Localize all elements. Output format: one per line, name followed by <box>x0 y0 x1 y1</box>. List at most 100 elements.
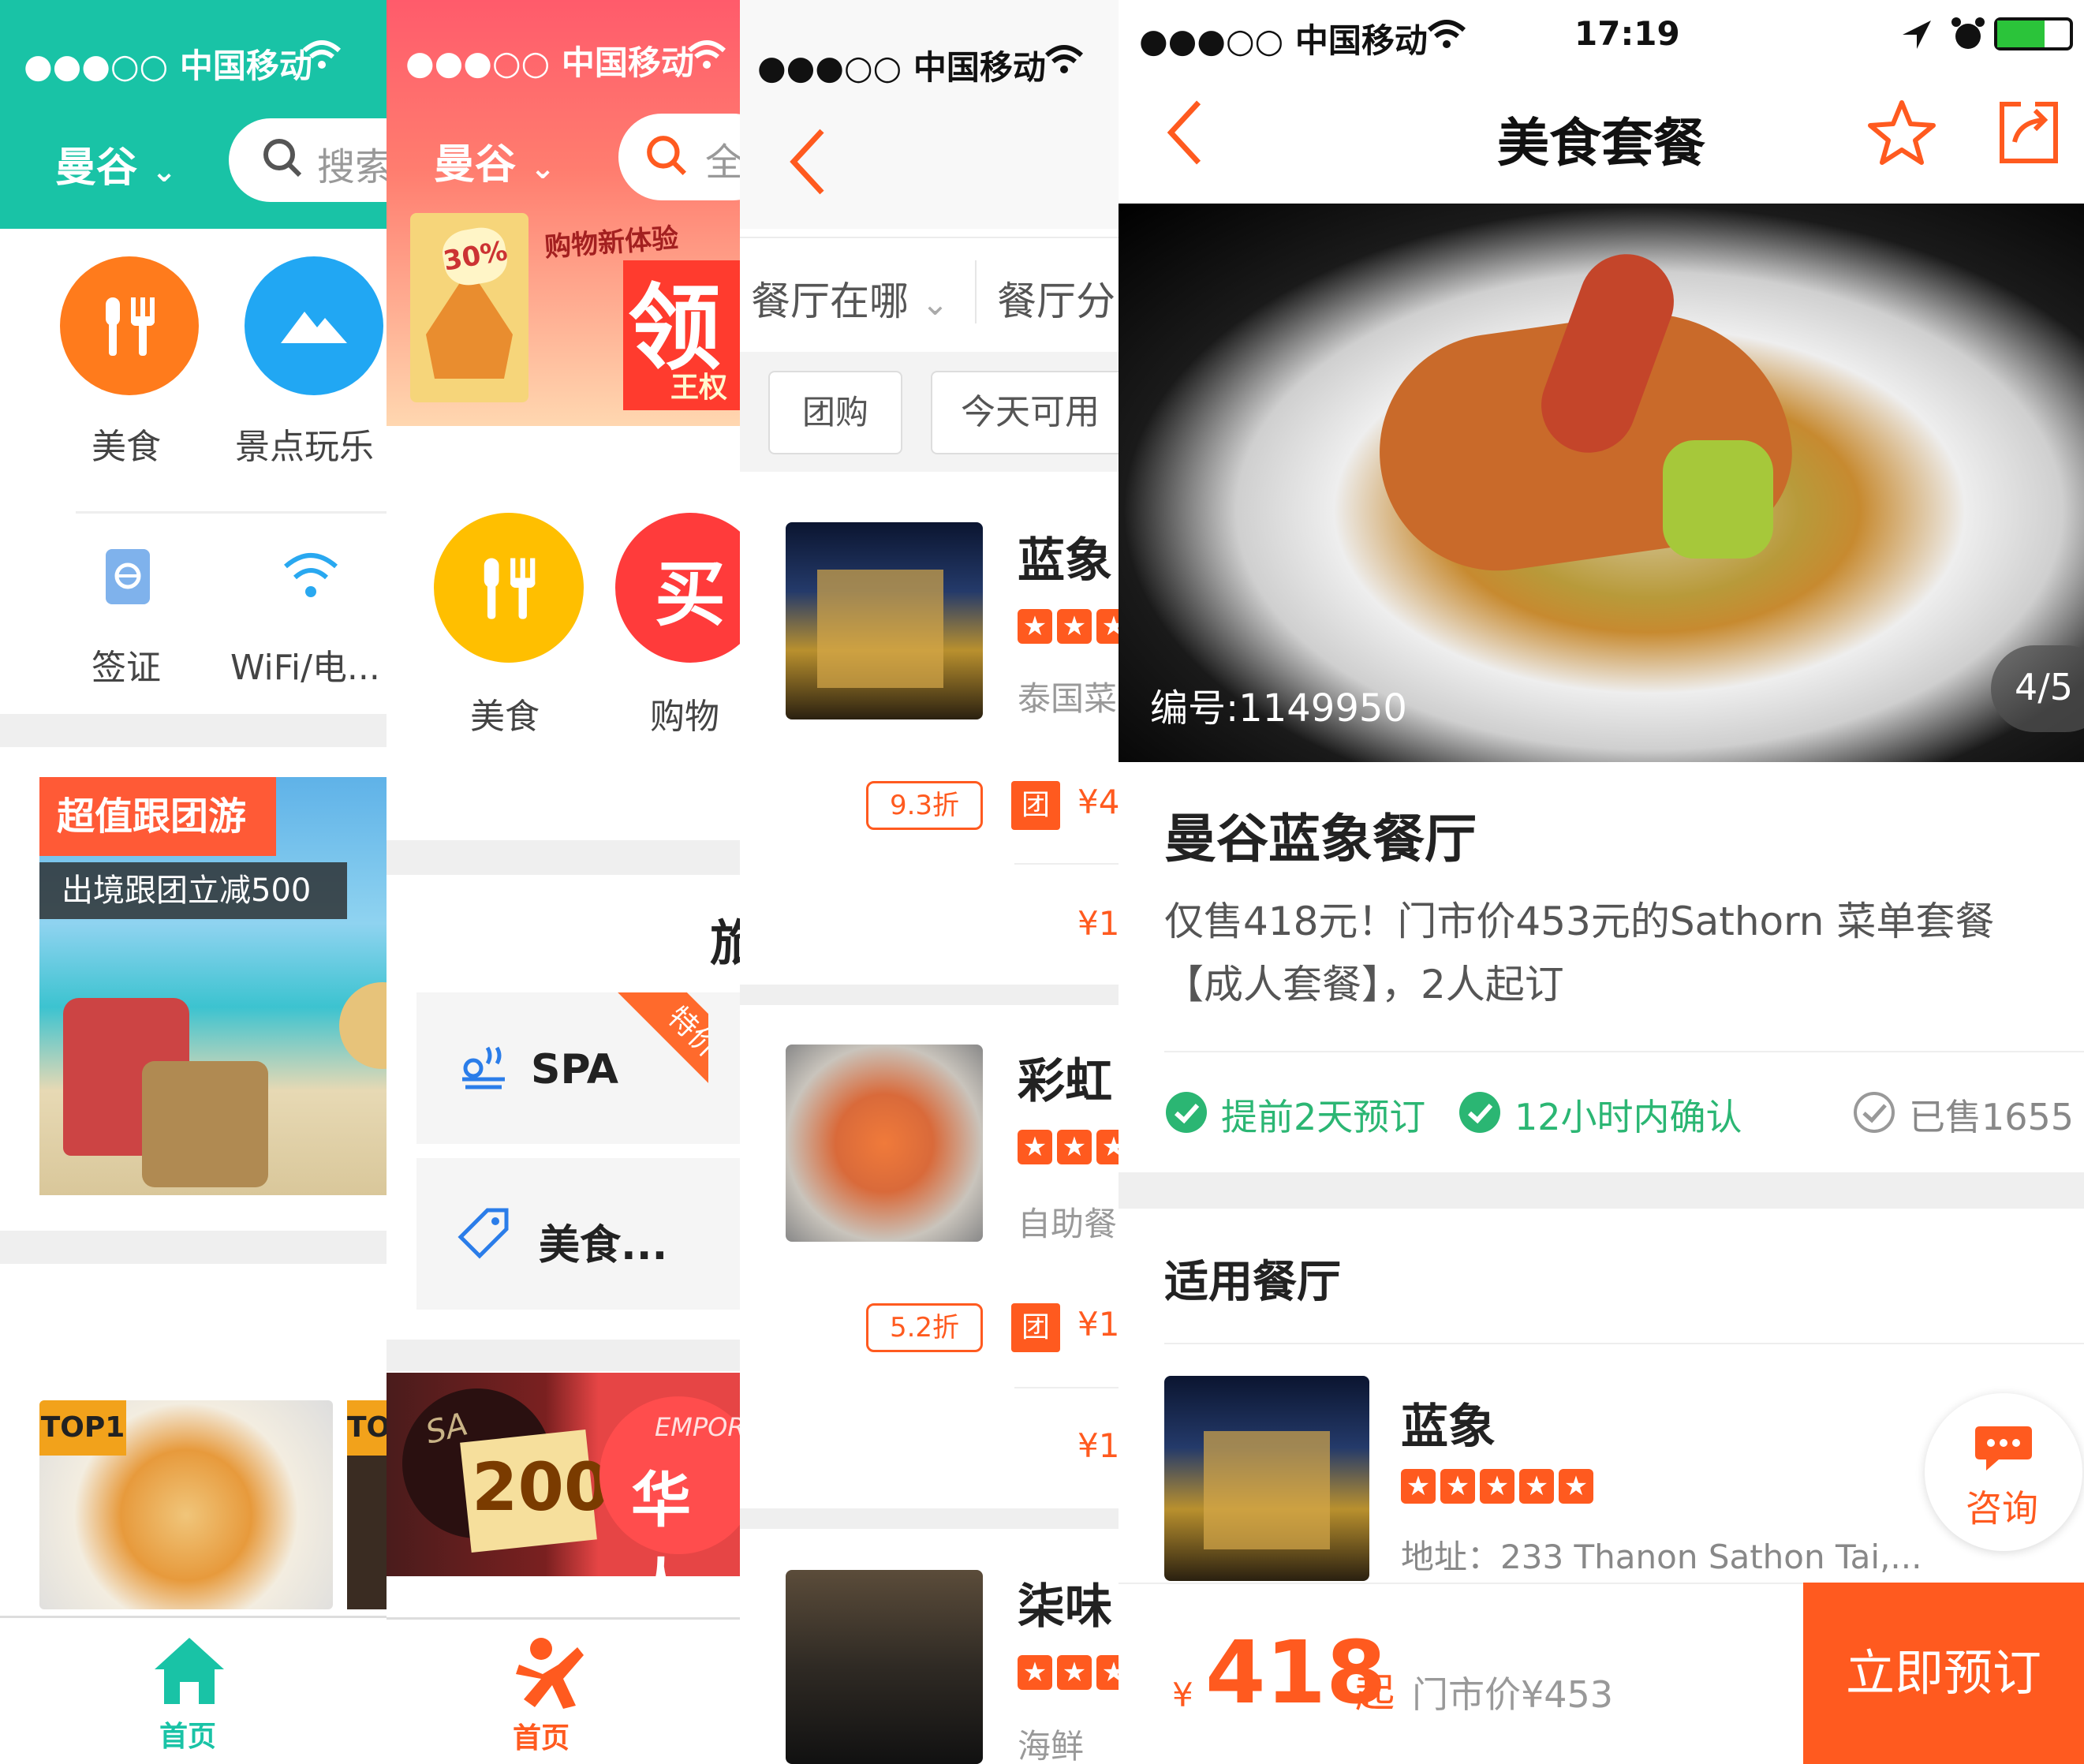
search-placeholder: 全 <box>705 140 740 185</box>
battery-icon <box>1994 17 2073 50</box>
app-screen-restaurant-list: ●●●○○ 中国移动 餐厅在哪 ⌄ 餐厅分 团购 今天可用 蓝象 ★ ★ ★ 泰国菜… <box>740 0 1119 1764</box>
ad-chinese-text: 华人 <box>631 1465 691 1576</box>
status-carrier: ●●●○○ 中国移动 <box>24 47 312 85</box>
chevron-down-icon: ⌄ <box>151 154 177 189</box>
restaurant-cuisine: 泰国菜 <box>1018 679 1118 718</box>
venue-rating-stars: ★ ★ ★ ★ ★ <box>1401 1469 1598 1504</box>
status-carrier: ●●●○○ 中国移动 <box>405 43 694 82</box>
discount-tag: 9.3折 <box>866 781 983 830</box>
search-icon <box>260 136 304 183</box>
card-label: 美食... <box>539 1222 668 1269</box>
search-box[interactable]: 全 <box>618 114 740 200</box>
home-icon[interactable] <box>150 1633 229 1712</box>
restaurant-cuisine: 自助餐 <box>1018 1205 1118 1243</box>
divider <box>975 260 977 323</box>
restaurant-name[interactable]: 柒味 <box>1018 1568 1112 1637</box>
chevron-down-icon: ⌄ <box>921 284 950 323</box>
book-now-button[interactable]: 立即预订 <box>1803 1583 2084 1764</box>
restaurant-thumbnail[interactable] <box>786 522 983 719</box>
tab-bar-border <box>0 1616 387 1618</box>
card-spa[interactable]: SPA 特价 <box>416 992 708 1144</box>
group-buy-badge: 团 <box>1011 781 1060 830</box>
page-title: 美食套餐 <box>1497 113 1705 174</box>
restaurant-name[interactable]: 蓝象 <box>1018 522 1112 591</box>
chat-bubble-icon <box>1972 1422 2035 1480</box>
card-spacer <box>708 992 740 1144</box>
battery-level <box>1997 21 2045 47</box>
category-label-shopping: 购物 <box>650 697 719 737</box>
market-price: 门市价¥453 <box>1412 1673 1614 1716</box>
check-circle-icon <box>1164 1090 1208 1138</box>
hero-id: 编号:1149950 <box>1150 686 1407 731</box>
hero-food-image[interactable]: 编号:1149950 4/5 <box>1119 204 2084 762</box>
chevron-down-icon: ⌄ <box>530 151 555 185</box>
sun-hat-image <box>339 982 387 1069</box>
card-food[interactable]: 美食... <box>416 1158 708 1310</box>
back-arrow-icon[interactable] <box>787 126 827 200</box>
promo-subtitle: 出境跟团立减500 <box>39 862 347 919</box>
consult-label: 咨询 <box>1966 1487 2038 1530</box>
consult-button[interactable]: 咨询 <box>1925 1393 2082 1551</box>
building-image <box>817 570 943 688</box>
fork-knife-icon[interactable] <box>434 513 584 663</box>
fork-knife-icon[interactable] <box>60 256 199 395</box>
home-person-icon[interactable] <box>511 1633 590 1715</box>
ad-brand-text: EMPOR <box>655 1412 740 1442</box>
divider <box>1014 863 1119 865</box>
divider <box>740 237 1119 238</box>
venue-thumbnail[interactable] <box>1164 1376 1369 1581</box>
city-selector[interactable]: 曼谷 ⌄ <box>434 131 555 190</box>
tab-home-label[interactable]: 首页 <box>159 1714 216 1755</box>
wifi-status-icon <box>301 39 342 80</box>
tab-bar-border <box>387 1617 740 1620</box>
wifi-status-icon <box>1426 19 1467 54</box>
filter-label: 餐厅在哪 <box>751 278 909 324</box>
passport-icon[interactable] <box>103 544 153 611</box>
deal-description: 仅售418元！门市价453元的Sathorn 菜单套餐【成人套餐】，2人起订 <box>1164 899 1995 1007</box>
status-carrier: ●●●○○ 中国移动 <box>1139 21 1428 60</box>
wifi-status-icon <box>686 39 727 74</box>
rating-stars: ★ ★ ★ <box>1018 1130 1119 1164</box>
deal-price: ¥1 <box>1077 1305 1119 1344</box>
ad-banner[interactable]: SA 200 EMPOR 华人 <box>387 1373 740 1576</box>
tag-available-today[interactable]: 今天可用 <box>931 371 1119 454</box>
top-food-image-2[interactable]: TO <box>347 1400 387 1609</box>
restaurant-thumbnail[interactable] <box>786 1570 983 1764</box>
venue-name[interactable]: 蓝象 <box>1401 1388 1496 1457</box>
city-selector[interactable]: 曼谷 ⌄ <box>55 134 177 193</box>
promo-banner-beach[interactable]: 超值跟团游 出境跟团立减500 <box>39 777 387 1195</box>
wifi-icon[interactable] <box>281 549 341 604</box>
small-category-label-visa: 签证 <box>92 648 161 688</box>
restaurant-thumbnail[interactable] <box>786 1045 983 1242</box>
buy-icon[interactable]: 买 <box>615 513 740 663</box>
group-buy-badge: 团 <box>1011 1303 1060 1352</box>
filter-category[interactable]: 餐厅分 <box>997 270 1115 327</box>
card-label: SPA <box>531 1046 619 1093</box>
star-favorite-icon[interactable] <box>1866 98 1937 170</box>
section-title: 旅 <box>710 914 740 972</box>
search-box[interactable]: 搜索 <box>229 118 387 202</box>
top-badge-2: TO <box>347 1400 387 1456</box>
spa-icon <box>456 1040 511 1095</box>
section-divider <box>740 985 1119 1005</box>
restaurant-cuisine: 海鲜 <box>1018 1727 1085 1764</box>
discount-tag: 5.2折 <box>866 1303 983 1352</box>
search-placeholder: 搜索 <box>317 145 387 189</box>
mountain-icon[interactable] <box>245 256 383 395</box>
section-title: 适用餐厅 <box>1164 1257 1341 1308</box>
share-icon[interactable] <box>1996 99 2062 169</box>
top-food-image[interactable]: TOP1 <box>39 1400 333 1609</box>
section-divider <box>387 1340 740 1371</box>
top-badge: TOP1 <box>39 1400 126 1456</box>
feature-confirmation: 12小时内确认 <box>1514 1096 1742 1138</box>
tag-icon <box>456 1205 511 1264</box>
deal-price-2: ¥1 <box>1077 904 1119 943</box>
divider <box>1164 1051 2084 1052</box>
sold-count: 已售1655 <box>1909 1096 2075 1138</box>
tab-home-label[interactable]: 首页 <box>513 1715 570 1756</box>
divider <box>1164 1343 2084 1344</box>
restaurant-name[interactable]: 彩虹 <box>1018 1043 1112 1112</box>
filter-location[interactable]: 餐厅在哪 ⌄ <box>751 270 949 327</box>
tag-group-buy[interactable]: 团购 <box>768 371 902 454</box>
divider <box>1014 1387 1119 1388</box>
